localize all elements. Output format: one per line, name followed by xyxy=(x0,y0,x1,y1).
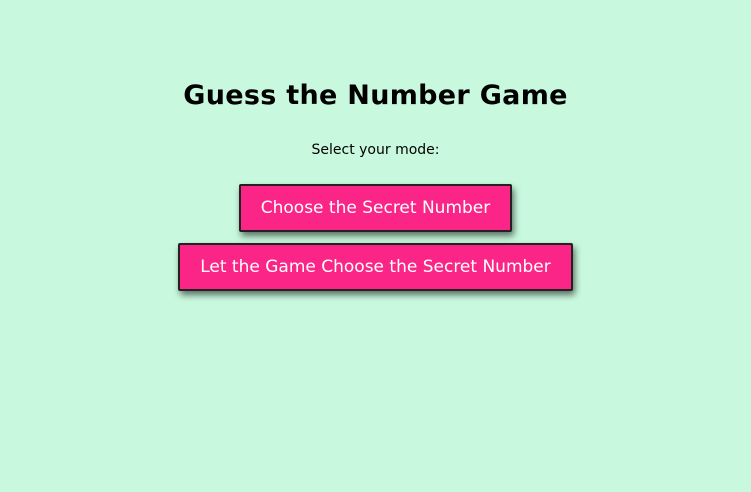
game-chooses-secret-number-button[interactable]: Let the Game Choose the Secret Number xyxy=(178,243,573,291)
mode-prompt: Select your mode: xyxy=(311,142,440,158)
page-title: Guess the Number Game xyxy=(183,80,568,111)
choose-secret-number-button[interactable]: Choose the Secret Number xyxy=(239,184,512,232)
main-screen: Guess the Number Game Select your mode: … xyxy=(0,0,751,492)
